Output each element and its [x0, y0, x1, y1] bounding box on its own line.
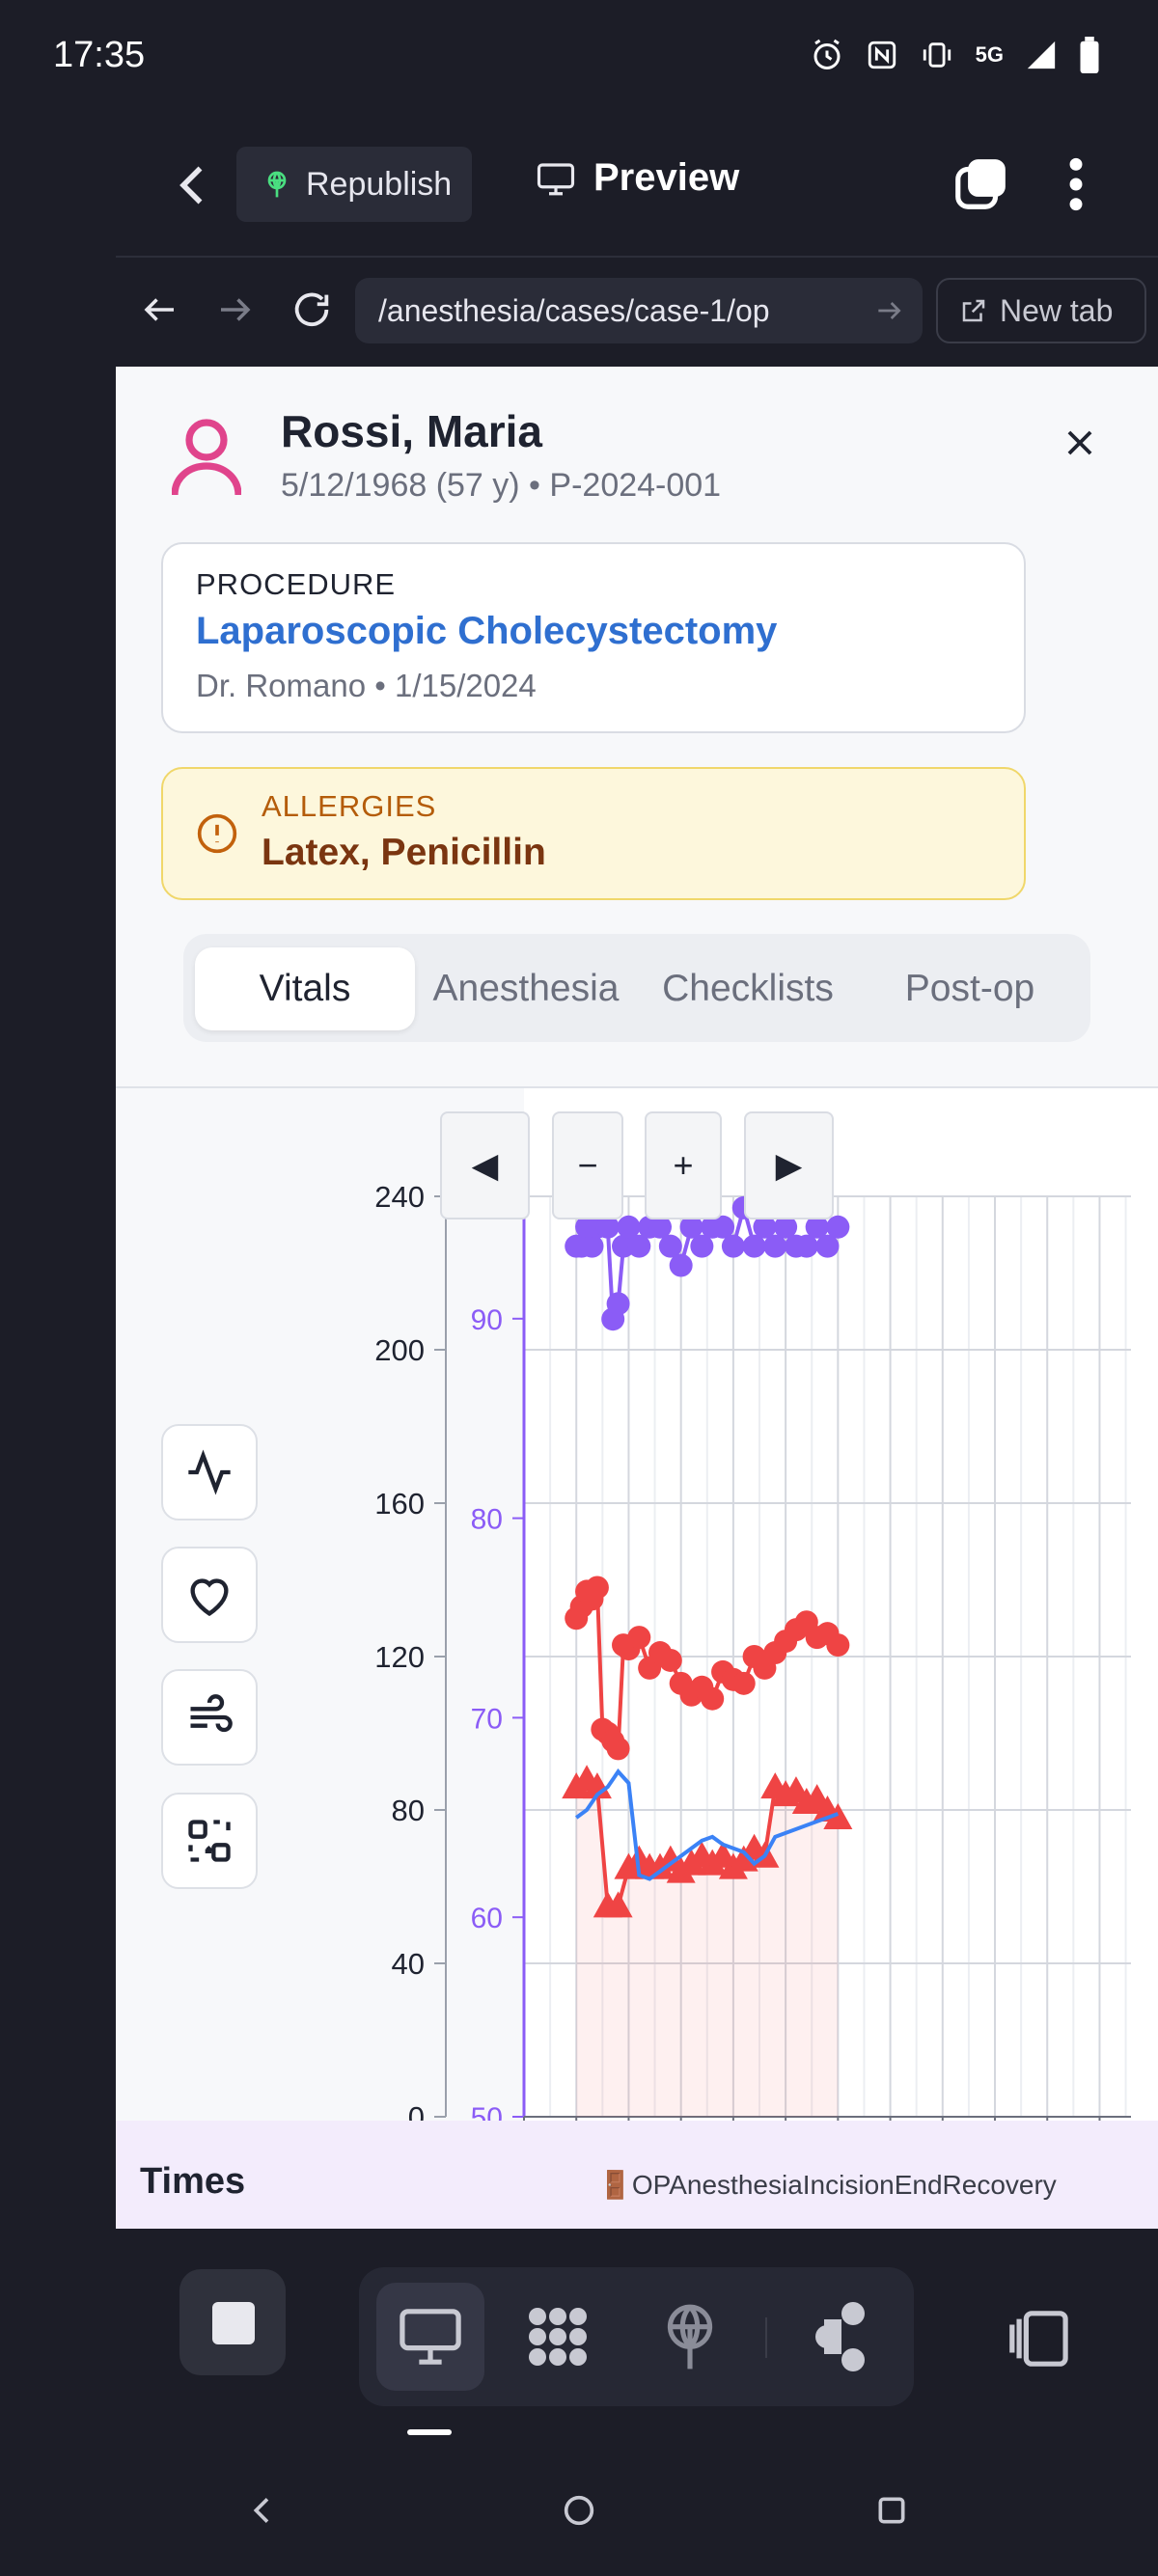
data-point	[606, 1737, 630, 1761]
right-axis-tick-label: 80	[471, 1504, 503, 1536]
data-point	[585, 1576, 609, 1600]
right-axis-tick-label: 90	[471, 1304, 503, 1336]
left-axis-tick-label: 240	[374, 1180, 425, 1214]
times-label: Times	[140, 2161, 246, 2202]
left-axis-tick-label: 160	[374, 1487, 425, 1521]
activity-icon	[188, 1449, 231, 1495]
system-back-icon[interactable]	[243, 2491, 282, 2530]
share-icon[interactable]	[813, 2302, 870, 2371]
left-axis-tick-label: 200	[374, 1333, 425, 1367]
gesture-indicator	[407, 2429, 452, 2435]
data-point	[826, 1633, 850, 1658]
data-point	[701, 1686, 725, 1711]
sidebar-toggle-icon[interactable]	[1004, 2308, 1071, 2370]
heart-tool-button[interactable]	[161, 1547, 258, 1643]
data-point	[606, 1292, 630, 1316]
monitor-icon	[400, 2309, 461, 2365]
left-axis-tick-label: 120	[374, 1640, 425, 1674]
data-point	[669, 1253, 693, 1277]
system-home-icon[interactable]	[560, 2491, 598, 2530]
data-point	[658, 1648, 682, 1672]
wind-icon	[190, 1694, 233, 1733]
scan-tool-button[interactable]	[161, 1793, 258, 1889]
chart-prev-button[interactable]: ◀	[440, 1111, 530, 1219]
wind-tool-button[interactable]	[161, 1669, 258, 1766]
system-recents-icon[interactable]	[872, 2491, 911, 2530]
left-axis-tick-label: 40	[392, 1947, 425, 1981]
chart-zoom-in-button[interactable]: +	[645, 1111, 722, 1219]
broadcast-icon[interactable]	[660, 2302, 720, 2371]
chart-zoom-out-button[interactable]: −	[552, 1111, 623, 1219]
right-axis-tick-label: 60	[471, 1903, 503, 1934]
chart-next-button[interactable]: ▶	[744, 1111, 834, 1219]
heart-icon	[190, 1578, 229, 1617]
data-point	[721, 1234, 745, 1258]
data-point	[731, 1671, 756, 1695]
apps-icon[interactable]	[523, 2302, 593, 2371]
times-legend: 🚪OPAnesthesiaIncisionEndRecovery	[598, 2170, 1057, 2200]
stop-icon	[212, 2302, 255, 2344]
dock-divider	[765, 2317, 767, 2358]
activity-tool-button[interactable]	[161, 1424, 258, 1521]
right-axis-tick-label: 70	[471, 1703, 503, 1735]
data-point	[826, 1215, 850, 1239]
left-axis-tick-label: 80	[392, 1794, 425, 1827]
data-point	[627, 1626, 651, 1650]
scan-icon	[188, 1820, 231, 1862]
